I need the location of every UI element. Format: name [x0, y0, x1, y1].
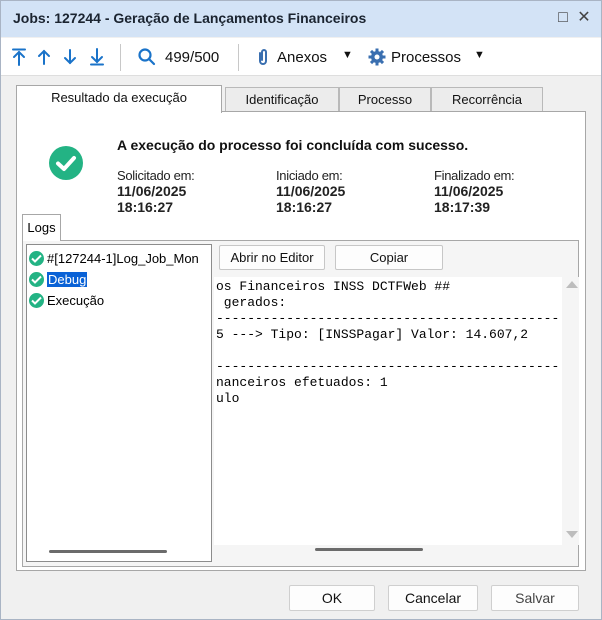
tab-logs[interactable]: Logs: [22, 214, 61, 241]
log-tree-item[interactable]: #[127244-1]Log_Job_Mon: [29, 249, 199, 267]
log-line: ulo: [216, 391, 240, 406]
log-line: gerados:: [216, 295, 287, 310]
tab-execution-result[interactable]: Resultado da execução: [16, 85, 222, 113]
tab-recurrence[interactable]: Recorrência: [431, 87, 543, 112]
started-time: 18:16:27: [276, 199, 333, 215]
toolbar-separator: [120, 44, 121, 71]
log-line: 5 ---> Tipo: [INSSPagar] Valor: 14.607,2: [216, 327, 529, 342]
log-tree-item-label: Execução: [47, 292, 105, 308]
search-icon[interactable]: [137, 47, 157, 67]
gear-icon[interactable]: [367, 47, 387, 67]
started-date: 11/06/2025: [276, 183, 346, 199]
log-tree-item[interactable]: Execução: [29, 291, 104, 309]
success-check-icon: [29, 250, 44, 266]
toolbar: 499/500 Anexos ▼ Processos ▼: [1, 38, 601, 76]
log-tree-item-label: Debug: [47, 271, 88, 287]
tab-process[interactable]: Processo: [339, 87, 431, 112]
finished-label: Finalizado em:: [434, 168, 515, 183]
toolbar-separator: [238, 44, 239, 71]
execution-result-panel: A execução do processo foi concluída com…: [16, 111, 586, 571]
finished-time: 18:17:39: [434, 199, 491, 215]
first-icon[interactable]: [9, 47, 29, 67]
save-button[interactable]: Salvar: [491, 585, 579, 611]
requested-info: Solicitado em: 11/06/2025 18:16:27: [117, 168, 195, 215]
success-check-icon: [29, 271, 44, 287]
started-label: Iniciado em:: [276, 168, 343, 183]
success-message: A execução do processo foi concluída com…: [117, 137, 469, 153]
window-title: Jobs: 127244 - Geração de Lançamentos Fi…: [13, 10, 367, 26]
log-vertical-scrollbar[interactable]: [564, 277, 579, 545]
tab-identification[interactable]: Identificação: [225, 87, 339, 112]
attachments-button[interactable]: Anexos: [277, 49, 327, 66]
log-line: ----------------------------------------…: [216, 311, 560, 326]
scroll-down-icon[interactable]: [566, 531, 578, 538]
close-button[interactable]: ✕: [575, 9, 593, 27]
scroll-up-icon[interactable]: [566, 281, 578, 288]
logs-container: #[127244-1]Log_Job_Mon Debug Execução Ab…: [22, 240, 579, 567]
log-line: nanceiros efetuados: 1: [216, 375, 388, 390]
job-window: Jobs: 127244 - Geração de Lançamentos Fi…: [0, 0, 602, 620]
log-content-viewer[interactable]: os Financeiros INSS DCTFWeb ## gerados: …: [214, 277, 562, 545]
started-info: Iniciado em: 11/06/2025 18:16:27: [276, 168, 345, 215]
log-line: ----------------------------------------…: [216, 359, 560, 374]
open-in-editor-button[interactable]: Abrir no Editor: [219, 245, 325, 270]
record-counter: 499/500: [165, 49, 220, 66]
log-tree[interactable]: #[127244-1]Log_Job_Mon Debug Execução: [26, 244, 212, 562]
log-line: os Financeiros INSS DCTFWeb ##: [216, 279, 451, 294]
success-check-icon: [49, 146, 83, 180]
down-icon[interactable]: [60, 47, 80, 67]
attachments-dropdown-icon[interactable]: ▼: [342, 49, 353, 61]
tree-horizontal-scrollbar[interactable]: [49, 550, 167, 553]
finished-info: Finalizado em: 11/06/2025 18:17:39: [434, 168, 515, 215]
up-icon[interactable]: [34, 47, 54, 67]
processes-dropdown-icon[interactable]: ▼: [474, 49, 485, 61]
finished-date: 11/06/2025: [434, 183, 504, 199]
copy-button[interactable]: Copiar: [335, 245, 443, 270]
success-check-icon: [29, 292, 44, 308]
last-icon[interactable]: [87, 47, 107, 67]
tab-strip: Resultado da execução Identificação Proc…: [16, 85, 586, 113]
paperclip-icon[interactable]: [253, 47, 273, 67]
log-tree-item-label: #[127244-1]Log_Job_Mon: [47, 250, 199, 266]
cancel-button[interactable]: Cancelar: [388, 585, 478, 611]
restore-button[interactable]: □: [554, 9, 572, 27]
title-bar: Jobs: 127244 - Geração de Lançamentos Fi…: [1, 1, 601, 37]
log-tree-item[interactable]: Debug: [29, 270, 88, 288]
requested-time: 18:16:27: [117, 199, 174, 215]
processes-button[interactable]: Processos: [391, 49, 461, 66]
log-horizontal-scrollbar[interactable]: [315, 548, 423, 551]
requested-date: 11/06/2025: [117, 183, 187, 199]
ok-button[interactable]: OK: [289, 585, 375, 611]
requested-label: Solicitado em:: [117, 168, 195, 183]
